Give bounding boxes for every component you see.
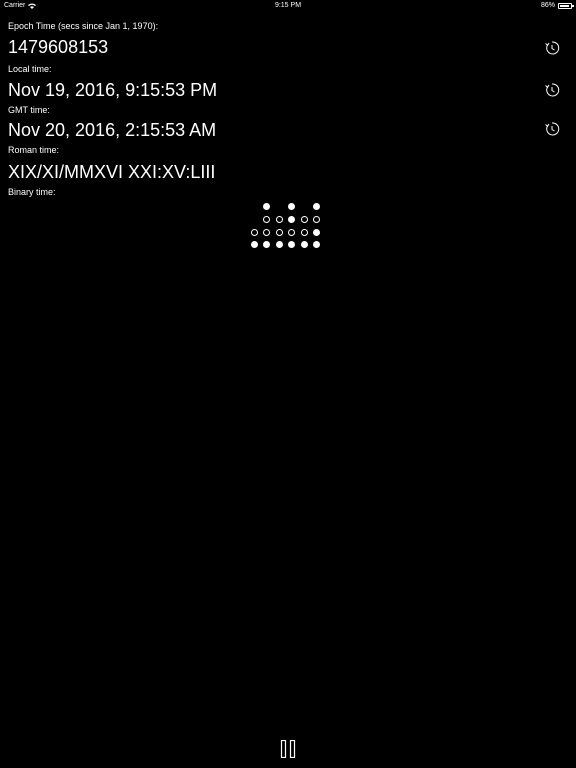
binary-bit: [288, 203, 296, 210]
gmt-value: Nov 20, 2016, 2:15:53 AM: [8, 120, 217, 140]
status-time: 9:15 PM: [274, 2, 302, 9]
binary-bit: [275, 228, 283, 236]
binary-bit: [288, 228, 296, 236]
roman-label: Roman time:: [8, 145, 60, 155]
status-bar: Carrier 9:15 PM 86%: [0, 0, 576, 12]
battery-icon: [558, 2, 574, 9]
binary-bit: [288, 215, 296, 223]
local-label: Local time:: [8, 64, 52, 74]
roman-value: XIX/XI/MMXVI XXI:XV:LIII: [8, 162, 216, 182]
epoch-label: Epoch Time (secs since Jan 1, 1970):: [8, 21, 159, 31]
binary-bit: [300, 215, 308, 223]
pause-icon[interactable]: [280, 740, 296, 758]
binary-bit: [300, 241, 308, 249]
binary-bit: [263, 241, 271, 249]
binary-bit: [275, 215, 283, 223]
binary-bit: [313, 228, 320, 236]
binary-bit: [275, 241, 283, 249]
clock-icon[interactable]: [544, 40, 560, 56]
binary-bit: [263, 215, 271, 223]
binary-bit: [263, 228, 271, 236]
local-value: Nov 19, 2016, 9:15:53 PM: [8, 80, 218, 100]
binary-bit: [300, 228, 308, 236]
binary-bit: [313, 215, 320, 223]
clock-icon[interactable]: [544, 121, 560, 137]
binary-clock: [250, 202, 326, 250]
clock-icon[interactable]: [544, 82, 560, 98]
binary-bit: [251, 228, 258, 236]
binary-bit: [313, 203, 320, 210]
epoch-value: 1479608153: [8, 37, 109, 57]
binary-bit: [288, 241, 296, 249]
binary-bit: [313, 241, 320, 249]
binary-bit: [251, 241, 258, 249]
binary-label: Binary time:: [8, 187, 56, 197]
gmt-label: GMT time:: [8, 105, 50, 115]
binary-bit: [263, 203, 271, 210]
battery-percent: 86%: [540, 2, 555, 9]
